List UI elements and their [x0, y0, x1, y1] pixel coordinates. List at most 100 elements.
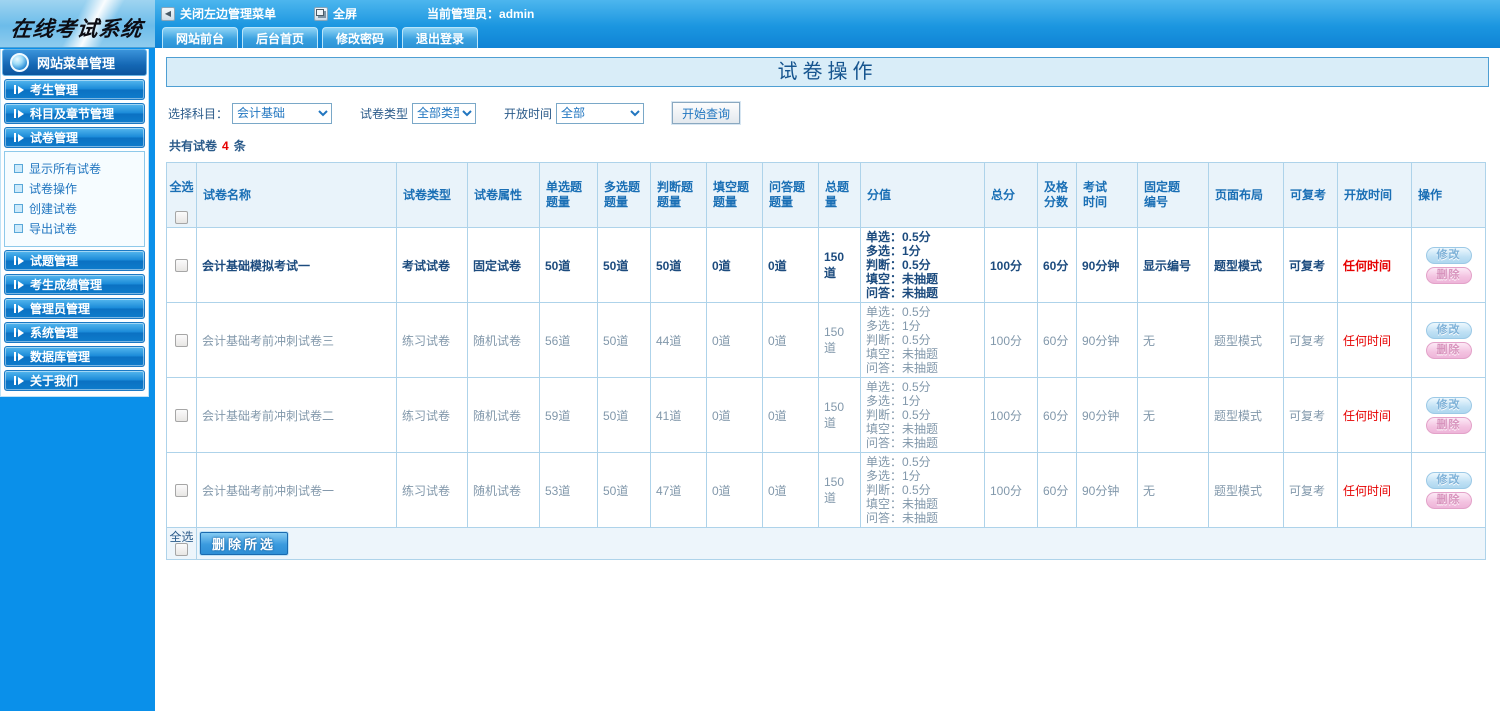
sidebar-item-question-mgmt[interactable]: 试题管理: [4, 250, 145, 271]
paper-name-cell: 会计基础考前冲刺试卷一: [196, 452, 397, 528]
submenu-item-create-paper[interactable]: 创建试卷: [5, 198, 144, 218]
papers-table: 全选 试卷名称 试卷类型 试卷属性 单选题 题量 多选题 题量 判断题 题量 填…: [166, 162, 1486, 560]
open-time-filter-label: 开放时间: [504, 106, 553, 121]
sidebar: 在线考试系统 网站菜单管理 考生管理 科目及章节管理 试卷管理 显示所有试卷 试…: [0, 0, 155, 711]
single-count-cell: 50道: [539, 227, 598, 303]
paper-mgmt-submenu: 显示所有试卷 试卷操作 创建试卷 导出试卷: [4, 151, 145, 247]
tab-site-front[interactable]: 网站前台: [162, 27, 239, 48]
blank-count-cell: 0道: [706, 302, 763, 378]
edit-button[interactable]: 修改: [1425, 321, 1472, 339]
footer-actions-cell: 删除所选: [196, 527, 1486, 560]
paper-type-cell: 练习试卷: [396, 452, 468, 528]
edit-button[interactable]: 修改: [1425, 246, 1472, 264]
delete-button[interactable]: 删除: [1425, 491, 1472, 509]
play-icon: [14, 352, 24, 361]
content: 试卷操作 选择科目： 会计基础 试卷类型 全部类型 开放时间 全部 开始查询 共…: [155, 48, 1500, 711]
row-checkbox[interactable]: [175, 334, 188, 348]
score-line: 填空：未抽题: [866, 347, 939, 361]
paper-attr-cell: 随机试卷: [467, 377, 540, 453]
single-count-cell: 53道: [539, 452, 598, 528]
table-footer-row: 全选 删除所选: [166, 527, 1486, 560]
submenu-item-show-all-papers[interactable]: 显示所有试卷: [5, 158, 144, 178]
paper-type-select[interactable]: 全部类型: [412, 102, 477, 124]
close-left-menu-button[interactable]: ◀ 关闭左边管理菜单: [161, 5, 276, 22]
page-layout-cell: 题型模式: [1208, 302, 1284, 378]
sidebar-item-system-mgmt[interactable]: 系统管理: [4, 322, 145, 343]
sidebar-item-examinee-mgmt[interactable]: 考生管理: [4, 79, 145, 100]
score-line: 单选：0.5分: [866, 380, 931, 394]
judge-count-cell: 44道: [650, 302, 707, 378]
total-count-cell: 150道: [818, 227, 861, 303]
delete-button[interactable]: 删除: [1425, 266, 1472, 284]
header-single-count: 单选题 题量: [539, 162, 598, 228]
score-line: 判断：0.5分: [866, 483, 931, 497]
tab-change-password[interactable]: 修改密码: [322, 27, 399, 48]
delete-selected-button[interactable]: 删除所选: [200, 532, 289, 555]
operations-cell: 修改 删除: [1411, 377, 1486, 453]
submenu-item-label: 显示所有试卷: [29, 161, 102, 176]
sidebar-item-about-us[interactable]: 关于我们: [4, 370, 145, 391]
row-checkbox[interactable]: [175, 484, 188, 498]
list-square-icon: [14, 203, 23, 213]
sidebar-item-label: 科目及章节管理: [30, 107, 115, 121]
score-line: 单选：0.5分: [866, 455, 931, 469]
score-line: 问答：未抽题: [866, 361, 939, 375]
exam-time-cell: 90分钟: [1076, 452, 1138, 528]
sidebar-item-database-mgmt[interactable]: 数据库管理: [4, 346, 145, 367]
header-select-all: 全选: [166, 162, 197, 228]
qa-count-cell: 0道: [762, 227, 819, 303]
submenu-item-export-paper[interactable]: 导出试卷: [5, 218, 144, 238]
sidebar-item-label: 试题管理: [30, 254, 79, 268]
play-icon: [14, 376, 24, 385]
submenu-item-paper-operations[interactable]: 试卷操作: [5, 178, 144, 198]
sidebar-item-subject-chapter-mgmt[interactable]: 科目及章节管理: [4, 103, 145, 124]
header-total-score: 总分: [984, 162, 1038, 228]
sidebar-item-label: 试卷管理: [30, 131, 79, 145]
judge-count-cell: 41道: [650, 377, 707, 453]
select-all-checkbox[interactable]: [175, 211, 188, 225]
sidebar-item-label: 管理员管理: [30, 302, 91, 316]
play-icon: [14, 280, 24, 289]
header-paper-attr: 试卷属性: [467, 162, 540, 228]
operations-cell: 修改 删除: [1411, 452, 1486, 528]
app-logo: 在线考试系统: [0, 0, 155, 48]
retake-cell: 可复考: [1283, 302, 1338, 378]
paper-count-number: 4: [222, 139, 229, 153]
score-line: 问答：未抽题: [866, 286, 939, 300]
sidebar-item-score-mgmt[interactable]: 考生成绩管理: [4, 274, 145, 295]
header-exam-time: 考试 时间: [1076, 162, 1138, 228]
select-all-label: 全选: [169, 529, 194, 544]
score-line: 多选：1分: [866, 394, 921, 408]
paper-attr-cell: 固定试卷: [467, 227, 540, 303]
topbar-tabs: 网站前台 后台首页 修改密码 退出登录: [162, 27, 479, 48]
select-all-label: 全选: [169, 180, 194, 194]
tab-backend-home[interactable]: 后台首页: [242, 27, 319, 48]
edit-button[interactable]: 修改: [1425, 471, 1472, 489]
footer-select-all-checkbox[interactable]: [175, 543, 188, 557]
row-checkbox[interactable]: [175, 259, 188, 273]
score-line: 判断：0.5分: [866, 408, 931, 422]
header-judge-count: 判断题 题量: [650, 162, 707, 228]
sidebar-item-paper-mgmt[interactable]: 试卷管理: [4, 127, 145, 148]
score-line: 填空：未抽题: [866, 497, 939, 511]
row-checkbox[interactable]: [175, 409, 188, 423]
page-layout-cell: 题型模式: [1208, 452, 1284, 528]
sidebar-item-label: 数据库管理: [30, 350, 91, 364]
score-line: 问答：未抽题: [866, 511, 939, 525]
open-time-cell: 任何时间: [1337, 227, 1412, 303]
tab-logout[interactable]: 退出登录: [402, 27, 479, 48]
sidebar-item-admin-mgmt[interactable]: 管理员管理: [4, 298, 145, 319]
delete-button[interactable]: 删除: [1425, 341, 1472, 359]
exam-time-cell: 90分钟: [1076, 302, 1138, 378]
subject-select[interactable]: 会计基础: [232, 102, 333, 124]
qa-count-cell: 0道: [762, 452, 819, 528]
operations-cell: 修改 删除: [1411, 302, 1486, 378]
open-time-select[interactable]: 全部: [556, 102, 645, 124]
total-count-cell: 150道: [818, 452, 861, 528]
fullscreen-button[interactable]: 全屏: [314, 5, 357, 22]
delete-button[interactable]: 删除: [1425, 416, 1472, 434]
edit-button[interactable]: 修改: [1425, 396, 1472, 414]
query-button[interactable]: 开始查询: [672, 102, 741, 124]
header-qa-count: 问答题 题量: [762, 162, 819, 228]
header-blank-count: 填空题 题量: [706, 162, 763, 228]
